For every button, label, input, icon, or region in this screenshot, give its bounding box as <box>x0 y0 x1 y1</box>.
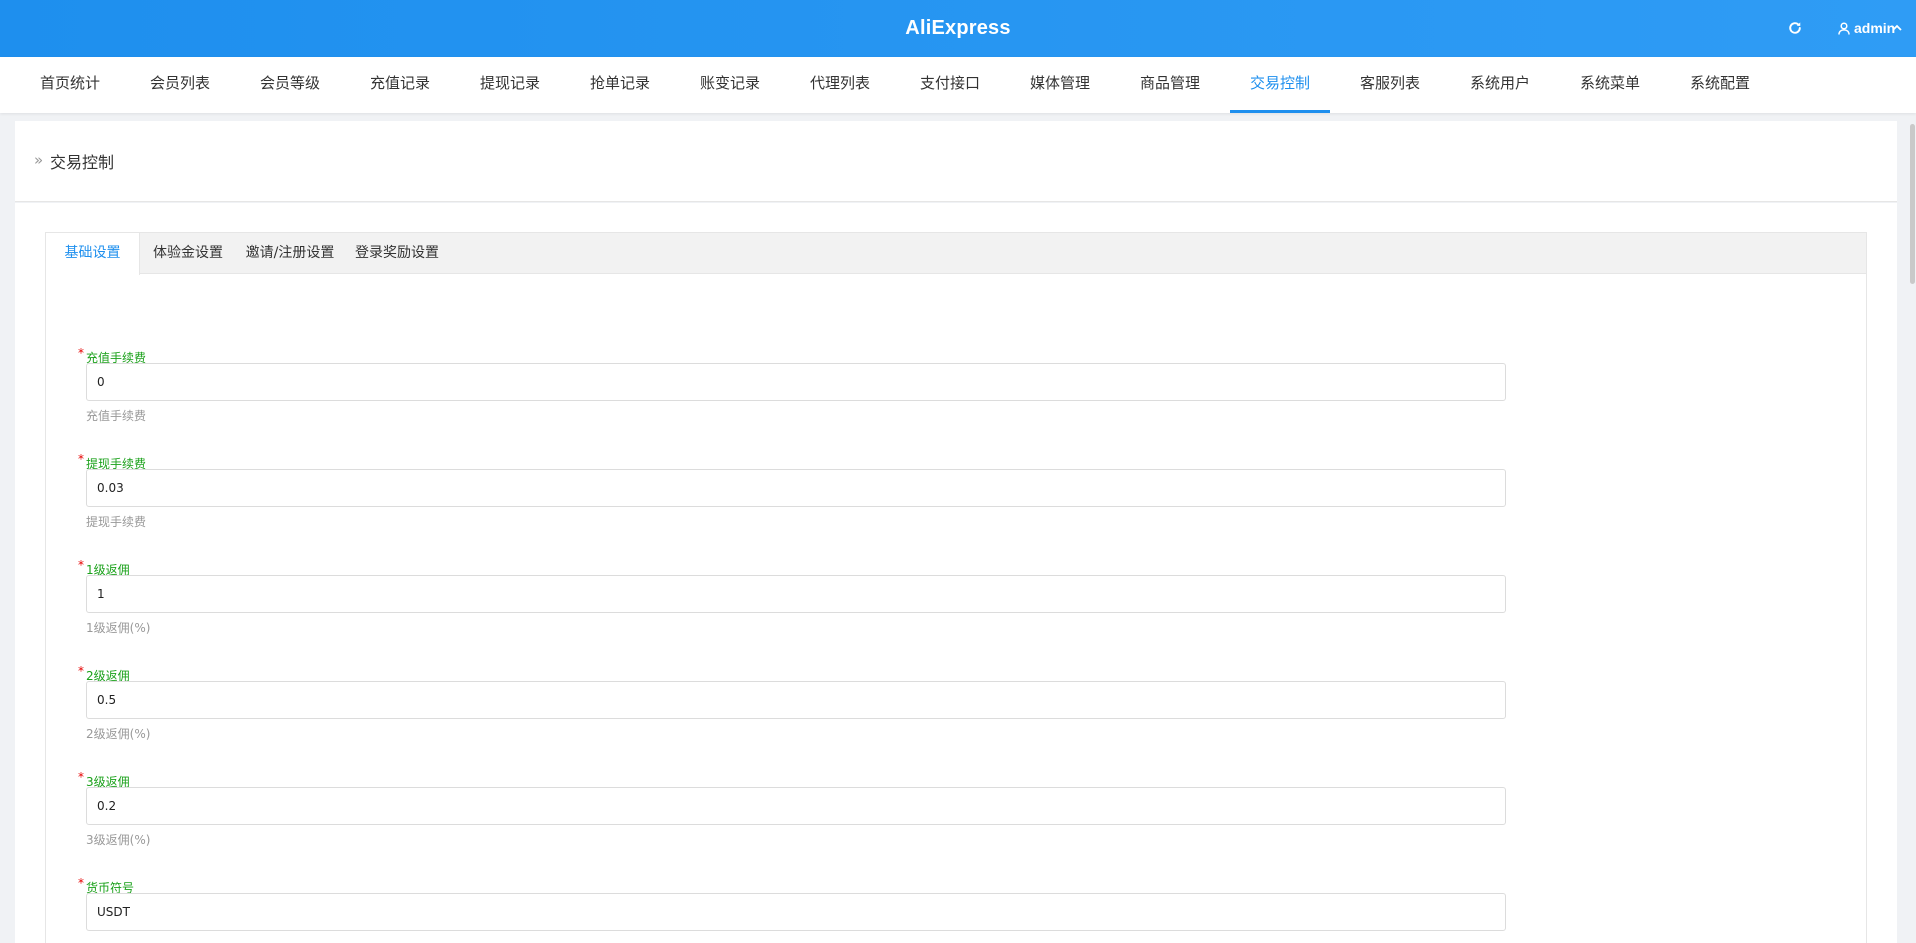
tab-invite-register-settings[interactable]: 邀请/注册设置 <box>236 233 344 274</box>
nav-item-system-users[interactable]: 系统用户 <box>1460 57 1540 113</box>
required-mark: * <box>78 770 84 784</box>
form-field-level3-commission: * 3级返佣 3级返佣(%) <box>78 770 1526 853</box>
withdraw-fee-input[interactable] <box>86 469 1506 507</box>
level2-commission-input[interactable] <box>86 681 1506 719</box>
double-chevron-right-icon: » <box>34 151 44 169</box>
content-panel: 基础设置 体验金设置 邀请/注册设置 登录奖励设置 * 充值手续费 充值手续费 … <box>15 203 1897 943</box>
form-field-currency-symbol: * 货币符号 <box>78 876 1526 939</box>
top-header: AliExpress admin <box>0 0 1916 57</box>
level3-commission-input[interactable] <box>86 787 1506 825</box>
required-mark: * <box>78 664 84 678</box>
nav-item-trade-control[interactable]: 交易控制 <box>1230 57 1330 113</box>
breadcrumb: » 交易控制 <box>15 121 1897 202</box>
nav-item-customer-service[interactable]: 客服列表 <box>1350 57 1430 113</box>
scrollbar-thumb[interactable] <box>1910 124 1915 284</box>
field-help: 3级返佣(%) <box>86 833 151 847</box>
recharge-fee-input[interactable] <box>86 363 1506 401</box>
nav-item-system-menu[interactable]: 系统菜单 <box>1570 57 1650 113</box>
nav-item-product-management[interactable]: 商品管理 <box>1130 57 1210 113</box>
level1-commission-input[interactable] <box>86 575 1506 613</box>
field-help: 2级返佣(%) <box>86 727 151 741</box>
currency-symbol-input[interactable] <box>86 893 1506 931</box>
field-help: 提现手续费 <box>86 515 147 529</box>
chevron-up-icon[interactable] <box>1890 19 1904 37</box>
main-nav: 首页统计 会员列表 会员等级 充值记录 提现记录 抢单记录 账变记录 代理列表 … <box>0 57 1916 113</box>
nav-item-agent-list[interactable]: 代理列表 <box>800 57 880 113</box>
form-field-level2-commission: * 2级返佣 2级返佣(%) <box>78 664 1526 747</box>
settings-tab-card: 基础设置 体验金设置 邀请/注册设置 登录奖励设置 * 充值手续费 充值手续费 … <box>45 232 1867 943</box>
required-mark: * <box>78 558 84 572</box>
nav-item-payment-interface[interactable]: 支付接口 <box>910 57 990 113</box>
required-mark: * <box>78 876 84 890</box>
refresh-icon <box>1789 22 1801 34</box>
form-field-recharge-fee: * 充值手续费 充值手续费 <box>78 346 1526 429</box>
brand-title: AliExpress <box>905 17 1011 39</box>
field-help: 充值手续费 <box>86 409 147 423</box>
nav-item-recharge-records[interactable]: 充值记录 <box>360 57 440 113</box>
tab-basic-settings[interactable]: 基础设置 <box>46 233 140 275</box>
form-field-withdraw-fee: * 提现手续费 提现手续费 <box>78 452 1526 535</box>
nav-item-grab-orders[interactable]: 抢单记录 <box>580 57 660 113</box>
nav-item-withdraw-records[interactable]: 提现记录 <box>470 57 550 113</box>
tab-trial-fund-settings[interactable]: 体验金设置 <box>140 233 236 274</box>
user-menu[interactable]: admin <box>1838 17 1895 39</box>
form-field-level1-commission: * 1级返佣 1级返佣(%) <box>78 558 1526 641</box>
tab-bar: 基础设置 体验金设置 邀请/注册设置 登录奖励设置 <box>46 233 1866 275</box>
user-icon <box>1838 21 1850 35</box>
nav-item-system-config[interactable]: 系统配置 <box>1680 57 1760 113</box>
tab-login-reward-settings[interactable]: 登录奖励设置 <box>344 233 450 274</box>
nav-item-member-level[interactable]: 会员等级 <box>250 57 330 113</box>
field-help: 1级返佣(%) <box>86 621 151 635</box>
nav-item-account-changes[interactable]: 账变记录 <box>690 57 770 113</box>
required-mark: * <box>78 452 84 466</box>
nav-item-member-list[interactable]: 会员列表 <box>140 57 220 113</box>
nav-item-media-management[interactable]: 媒体管理 <box>1020 57 1100 113</box>
required-mark: * <box>78 346 84 360</box>
refresh-button[interactable] <box>1784 17 1806 39</box>
page-title: 交易控制 <box>50 153 115 172</box>
nav-item-home-stats[interactable]: 首页统计 <box>30 57 110 113</box>
